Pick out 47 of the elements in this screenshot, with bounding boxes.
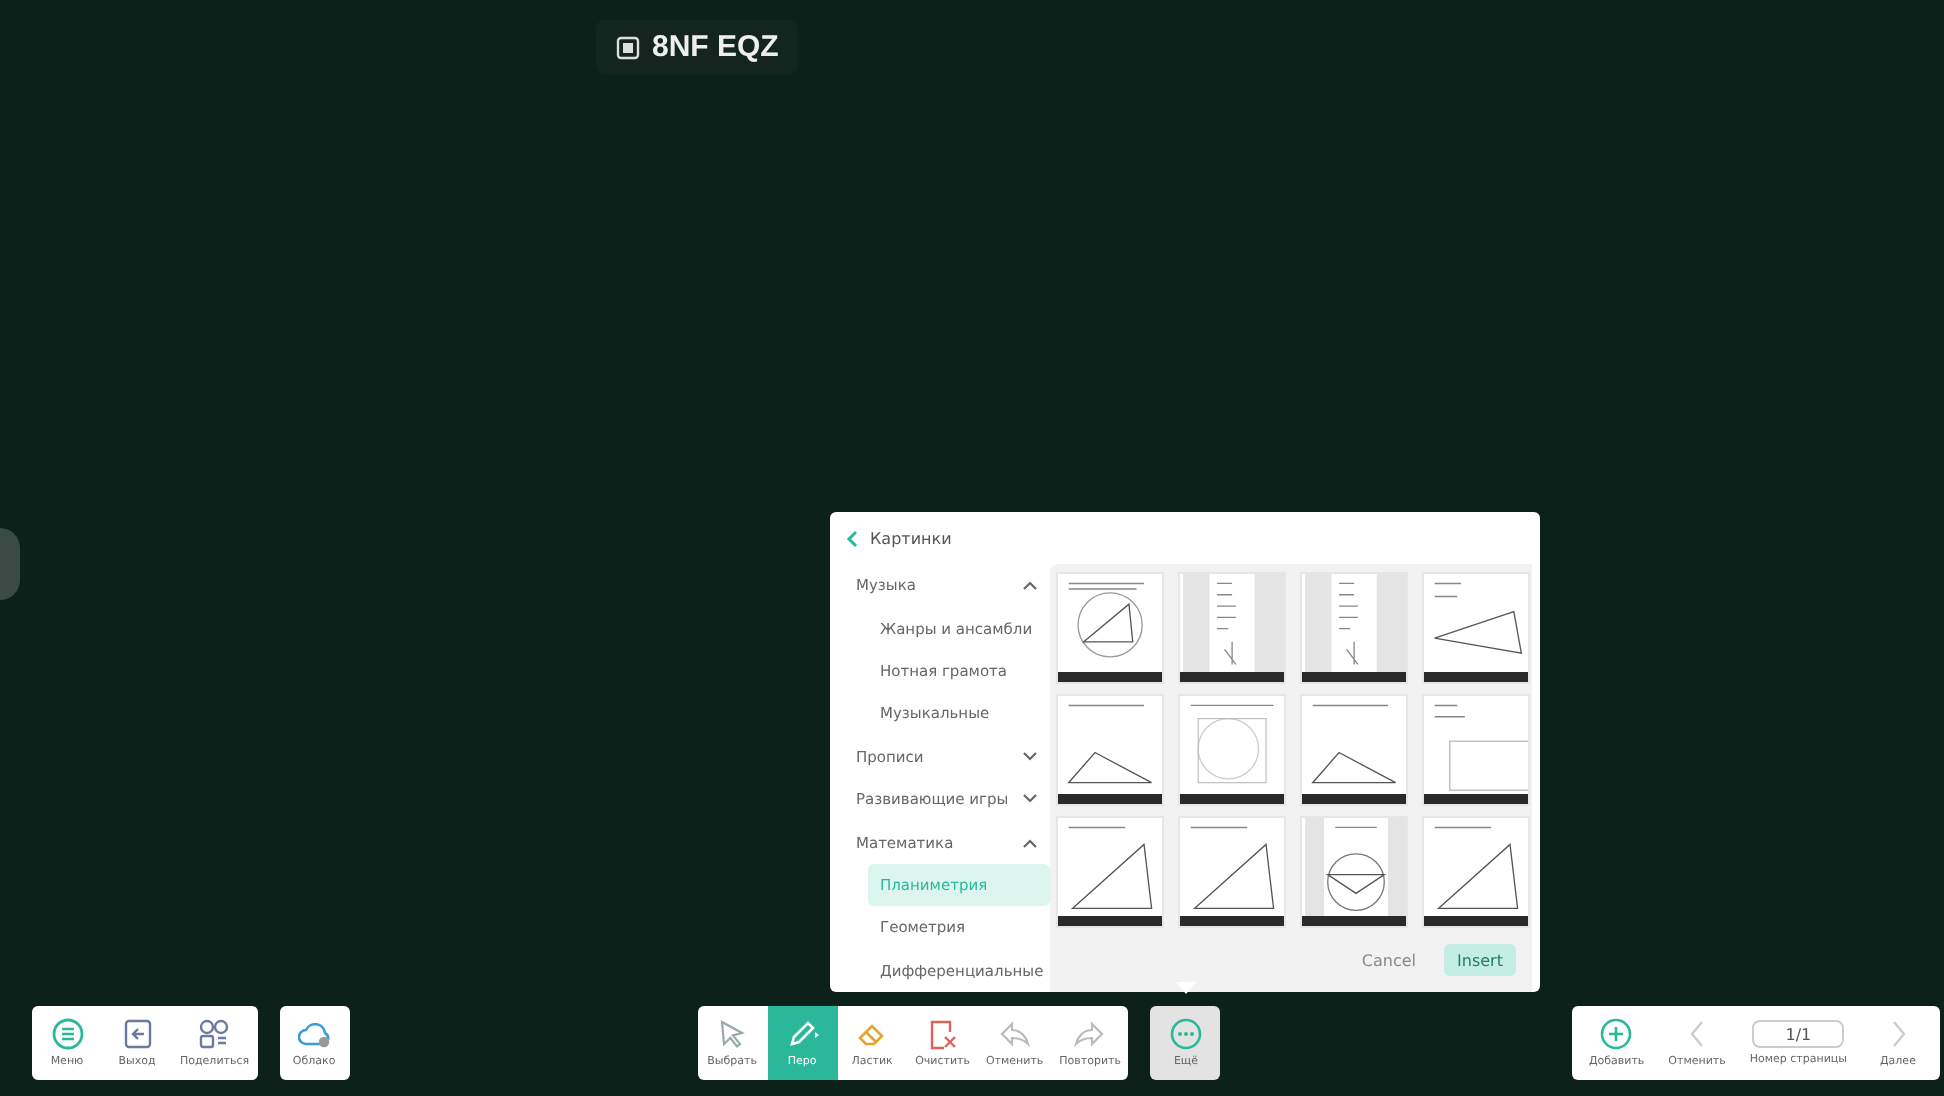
exit-icon <box>121 1018 153 1050</box>
menu-icon <box>51 1018 83 1050</box>
caption-bar <box>1058 916 1162 926</box>
cloud-icon <box>298 1018 331 1050</box>
geometry-diagram-drawing <box>1180 574 1284 672</box>
image-thumbnail[interactable] <box>1300 816 1408 928</box>
caption-bar <box>1058 794 1162 804</box>
page-number-field[interactable]: 1/1 <box>1752 1020 1845 1048</box>
image-thumbnail[interactable] <box>1056 694 1164 806</box>
chevron-up-icon <box>1022 580 1038 591</box>
caption-bar <box>1424 672 1528 682</box>
image-thumbnail[interactable] <box>1422 816 1530 928</box>
more-icon <box>1169 1018 1202 1050</box>
undo-icon <box>998 1018 1031 1050</box>
clear-icon <box>926 1018 959 1050</box>
cancel-button[interactable]: Cancel <box>1361 951 1416 969</box>
caption-bar <box>1424 916 1528 926</box>
picker-title: Картинки <box>870 529 952 547</box>
image-thumbnail[interactable] <box>1422 572 1530 684</box>
caption-bar <box>1180 672 1284 682</box>
room-code: 8NF EQZ <box>652 30 779 64</box>
image-thumbnail[interactable] <box>1300 694 1408 806</box>
grid-icon <box>198 1018 231 1050</box>
room-icon <box>616 35 640 59</box>
image-thumbnail[interactable] <box>1178 694 1286 806</box>
image-thumbnail[interactable] <box>1422 694 1530 806</box>
cursor-icon <box>716 1018 749 1050</box>
caption-bar <box>1424 794 1528 804</box>
caption-bar <box>1180 794 1284 804</box>
chevron-up-icon <box>1022 837 1038 848</box>
caption-bar <box>1302 672 1406 682</box>
add-icon <box>1600 1018 1633 1050</box>
redo-icon <box>1074 1018 1107 1050</box>
geometry-diagram-drawing <box>1302 574 1406 672</box>
chevron-down-icon <box>1022 751 1038 762</box>
image-thumbnail[interactable] <box>1300 572 1408 684</box>
caption-bar <box>1180 916 1284 926</box>
image-thumbnail[interactable] <box>1056 572 1164 684</box>
image-thumbnail[interactable] <box>1056 816 1164 928</box>
geometry-diagram-drawing <box>1302 818 1406 916</box>
image-thumbnail[interactable] <box>1178 816 1286 928</box>
image-thumbnail[interactable] <box>1178 572 1286 684</box>
caption-bar <box>1302 916 1406 926</box>
pen-icon <box>785 1018 820 1050</box>
caption-bar <box>1302 794 1406 804</box>
chevron-down-icon <box>1022 794 1038 805</box>
caption-bar <box>1058 672 1162 682</box>
